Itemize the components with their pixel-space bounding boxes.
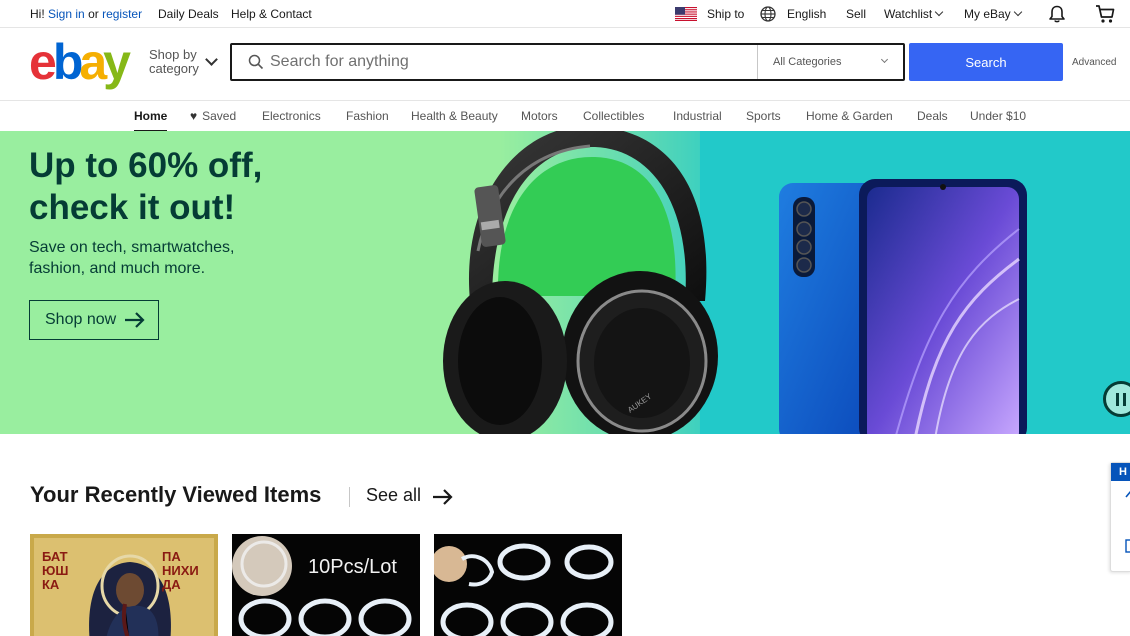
divider — [349, 487, 350, 507]
recent-item-thumbnail[interactable]: 10Pcs/Lot — [232, 534, 420, 636]
side-tab-header: H — [1111, 463, 1130, 481]
advanced-search-link[interactable]: Advanced — [1072, 57, 1116, 68]
see-all-label: See all — [366, 485, 422, 505]
nav-item-home[interactable]: Home — [134, 109, 168, 132]
sign-in-link[interactable]: Sign in — [48, 7, 85, 21]
pause-icon — [1116, 393, 1119, 406]
nav-item-saved-label: Saved — [202, 109, 237, 123]
nav-item-industrial[interactable]: Industrial — [673, 109, 722, 123]
shopping-cart-icon[interactable] — [1094, 3, 1116, 25]
hero-title: Up to 60% off, check it out! — [29, 145, 262, 229]
arrow-right-icon — [433, 489, 453, 505]
logo-letter-e: e — [29, 34, 57, 90]
search-input[interactable] — [270, 45, 750, 79]
globe-icon[interactable] — [760, 6, 776, 22]
nav-item-saved[interactable]: ♥ Saved — [190, 109, 236, 123]
arrow-right-icon — [125, 312, 145, 328]
greeting-text: Hi! Sign in or register — [30, 7, 142, 21]
help-contact-link[interactable]: Help & Contact — [231, 7, 312, 21]
nav-item-collectibles[interactable]: Collectibles — [583, 109, 644, 123]
ring-set-image — [434, 534, 622, 636]
feedback-icon — [1125, 539, 1130, 553]
watchlist-label: Watchlist — [884, 7, 933, 21]
recent-item-thumbnail[interactable]: БАТ ЮШ КА ПА НИХИ ДА — [30, 534, 218, 636]
smartphone-image — [779, 179, 1027, 434]
category-select-value: All Categories — [773, 56, 842, 68]
heart-icon: ♥ — [190, 109, 198, 123]
ship-to-link[interactable]: Ship to — [707, 7, 744, 21]
shop-now-label: Shop now — [45, 311, 117, 328]
chevron-down-icon — [1013, 7, 1022, 17]
sell-link[interactable]: Sell — [846, 7, 866, 21]
hero-subtitle: Save on tech, smartwatches, fashion, and… — [29, 239, 235, 277]
hero-title-line2: check it out! — [29, 188, 236, 227]
notification-bell-icon[interactable] — [1047, 4, 1067, 24]
nav-item-home-garden[interactable]: Home & Garden — [806, 109, 893, 123]
nav-item-under-10[interactable]: Under $10 — [970, 109, 1026, 123]
category-nav: Home ♥ Saved Electronics Fashion Health &… — [0, 100, 1130, 132]
feedback-side-tab[interactable]: H — [1110, 462, 1130, 572]
ebay-logo[interactable]: ebay — [29, 34, 131, 90]
painting-caption-left: БАТ ЮШ КА — [42, 549, 69, 592]
register-link[interactable]: register — [102, 7, 142, 21]
see-all-link[interactable]: See all — [366, 485, 453, 506]
my-ebay-label: My eBay — [964, 7, 1011, 21]
shop-by-category-button[interactable]: Shop by category — [149, 48, 199, 76]
watchlist-dropdown[interactable]: Watchlist — [884, 7, 944, 21]
greeting-label: Hi! — [30, 7, 45, 21]
my-ebay-dropdown[interactable]: My eBay — [964, 7, 1022, 21]
nav-item-electronics[interactable]: Electronics — [262, 109, 321, 123]
chevron-down-icon[interactable] — [205, 53, 218, 66]
ring-set-image — [232, 534, 420, 636]
daily-deals-link[interactable]: Daily Deals — [158, 7, 219, 21]
language-selector[interactable]: English — [787, 7, 826, 21]
nav-item-deals[interactable]: Deals — [917, 109, 948, 123]
pause-icon — [1123, 393, 1126, 406]
recent-item-thumbnail[interactable] — [434, 534, 622, 636]
logo-letter-y: y — [103, 34, 131, 90]
us-flag-icon[interactable] — [675, 7, 697, 21]
painting-caption-right: ПА НИХИ ДА — [162, 549, 199, 592]
logo-letter-b: b — [52, 34, 83, 90]
or-text: or — [88, 7, 99, 21]
chevron-up-icon — [1125, 490, 1130, 498]
nav-item-motors[interactable]: Motors — [521, 109, 558, 123]
search-bar: All Categories — [230, 43, 905, 81]
logo-letter-a: a — [79, 34, 107, 90]
chevron-down-icon — [934, 7, 944, 17]
shop-by-label: Shop by — [149, 47, 197, 62]
nav-item-fashion[interactable]: Fashion — [346, 109, 389, 123]
chevron-down-icon — [880, 55, 889, 64]
item-pack-label: 10Pcs/Lot — [308, 556, 397, 578]
hero-title-line1: Up to 60% off, — [29, 146, 263, 185]
headphones-image: AUKEY — [443, 131, 718, 434]
category-select[interactable]: All Categories — [757, 45, 903, 79]
search-icon — [248, 54, 264, 70]
top-utility-bar: Hi! Sign in or register Daily Deals Help… — [0, 0, 1130, 28]
shop-now-button[interactable]: Shop now — [29, 300, 159, 340]
nav-item-sports[interactable]: Sports — [746, 109, 781, 123]
hero-banner[interactable]: AUKEY Up to 60% off, check it out! Save … — [0, 131, 1130, 434]
nav-item-health-beauty[interactable]: Health & Beauty — [411, 109, 498, 123]
recently-viewed-title: Your Recently Viewed Items — [30, 482, 322, 507]
search-button[interactable]: Search — [909, 43, 1063, 81]
category-label: category — [149, 61, 199, 76]
